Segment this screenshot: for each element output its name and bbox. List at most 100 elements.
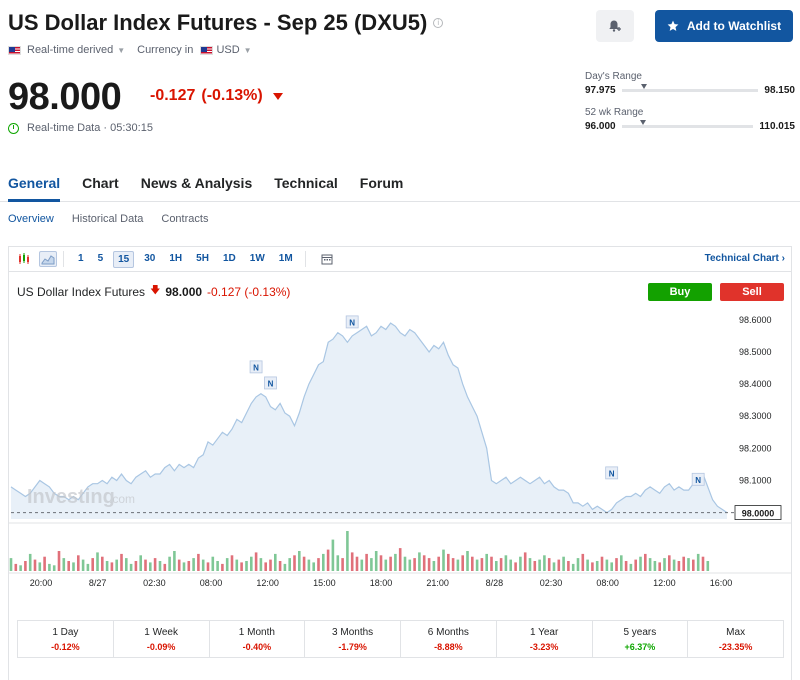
volume-bar: [14, 563, 18, 571]
realtime-derived-dropdown[interactable]: Real-time derived ▼: [8, 44, 125, 56]
performance-period: 6 Months: [427, 627, 469, 638]
tab-forum[interactable]: Forum: [360, 168, 404, 202]
volume-bar: [77, 555, 80, 571]
timeframe-5h[interactable]: 5H: [192, 251, 213, 268]
volume-bar: [663, 558, 666, 571]
volume-bar: [595, 561, 599, 571]
performance-cell[interactable]: 1 Month -0.40%: [210, 621, 306, 657]
day-high: 98.150: [764, 85, 795, 96]
change-percent: (-0.13%): [201, 87, 263, 104]
price-chart[interactable]: Investing.com 98.0000 98.6000 98.5000 98.400…: [9, 305, 791, 657]
subtab-overview[interactable]: Overview: [8, 213, 54, 225]
performance-cell[interactable]: 6 Months -8.88%: [401, 621, 497, 657]
volume-bar: [620, 555, 623, 571]
volume-bar: [221, 563, 224, 571]
candlestick-icon[interactable]: [15, 251, 33, 267]
volume-bar: [182, 562, 186, 571]
buy-button[interactable]: Buy: [648, 283, 712, 301]
volume-bar: [403, 556, 407, 571]
volume-bar: [471, 556, 474, 571]
timeframe-30[interactable]: 30: [140, 251, 159, 268]
volume-bar: [307, 559, 311, 571]
volume-bar: [379, 555, 383, 571]
alert-button[interactable]: [596, 10, 634, 42]
volume-bar: [86, 563, 90, 571]
performance-cell[interactable]: 5 years +6.37%: [593, 621, 689, 657]
volume-bar: [312, 562, 315, 571]
performance-period: 3 Months: [332, 627, 374, 638]
volume-bar: [451, 558, 455, 571]
sell-button[interactable]: Sell: [720, 283, 784, 301]
volume-bar: [615, 558, 618, 571]
performance-cell[interactable]: 1 Year -3.23%: [497, 621, 593, 657]
timeframe-1d[interactable]: 1D: [219, 251, 240, 268]
y-tick-label: 98.3000: [739, 411, 772, 421]
x-tick-label: 18:00: [370, 578, 393, 588]
timeframe-1w[interactable]: 1W: [246, 251, 269, 268]
performance-cell[interactable]: Max -23.35%: [688, 621, 783, 657]
volume-bar: [668, 555, 671, 571]
volume-bar: [57, 551, 61, 571]
performance-cell[interactable]: 3 Months -1.79%: [305, 621, 401, 657]
area-chart-icon[interactable]: [39, 251, 57, 267]
volume-bar: [687, 558, 690, 571]
volume-bar: [264, 562, 267, 571]
add-to-watchlist-button[interactable]: Add to Watchlist: [655, 10, 793, 42]
volume-bar: [677, 561, 681, 571]
volume-bar: [134, 561, 138, 571]
tab-technical[interactable]: Technical: [274, 168, 338, 202]
volume-bar: [605, 559, 609, 571]
last-price: 98.000: [8, 76, 122, 118]
technical-chart-link[interactable]: Technical Chart ›: [705, 253, 785, 264]
timeframe-1h[interactable]: 1H: [165, 251, 186, 268]
volume-bar: [216, 561, 219, 571]
subtab-historical-data[interactable]: Historical Data: [72, 213, 144, 225]
performance-value: +6.37%: [624, 642, 656, 652]
instrument-title: US Dollar Index Futures - Sep 25 (DXU5): [8, 10, 428, 35]
calendar-icon[interactable]: [318, 251, 336, 267]
volume-bar: [125, 558, 128, 571]
performance-cell[interactable]: 1 Week -0.09%: [114, 621, 210, 657]
tab-chart[interactable]: Chart: [82, 168, 119, 202]
volume-bar: [634, 559, 637, 571]
y-tick-label: 98.5000: [739, 347, 772, 357]
volume-bar: [437, 556, 440, 571]
volume-bar: [692, 559, 695, 571]
performance-period: 1 Day: [52, 627, 79, 638]
timeframe-1m[interactable]: 1M: [275, 251, 297, 268]
timeframe-list: 1 5 15 30 1H 5H 1D 1W 1M: [70, 250, 299, 268]
performance-cell[interactable]: 1 Day -0.12%: [18, 621, 114, 657]
tab-news-analysis[interactable]: News & Analysis: [141, 168, 253, 202]
price-change: -0.127 (-0.13%): [150, 87, 283, 105]
tab-general[interactable]: General: [8, 168, 61, 202]
volume-bar: [120, 553, 123, 571]
volume-bar: [562, 556, 565, 571]
volume-bar: [192, 558, 195, 571]
x-tick-label: 8/27: [89, 578, 107, 588]
chart-panel: 1 5 15 30 1H 5H 1D 1W 1M Technical Chart › US Do…: [8, 246, 792, 680]
timeframe-15[interactable]: 15: [113, 250, 135, 268]
volume-bar: [331, 539, 335, 571]
y-tick-label: 98.1000: [739, 475, 772, 485]
volume-bar: [288, 558, 291, 571]
timeframe-1[interactable]: 1: [74, 251, 88, 268]
volume-bar: [197, 553, 200, 571]
x-tick-label: 12:00: [653, 578, 676, 588]
subtab-contracts[interactable]: Contracts: [161, 213, 208, 225]
volume-bar: [355, 556, 359, 571]
volume-bar: [495, 561, 498, 571]
performance-value: -0.12%: [51, 642, 80, 652]
volume-bar: [557, 559, 561, 571]
star-icon: [667, 20, 679, 31]
y-tick-label: 98.2000: [739, 443, 772, 453]
currency-dropdown[interactable]: Currency in USD ▼: [137, 44, 251, 56]
timeframe-5[interactable]: 5: [94, 251, 108, 268]
volume-bar: [523, 552, 527, 571]
volume-bar: [9, 558, 13, 571]
performance-table: 1 Day -0.12% 1 Week -0.09% 1 Month -0.40% 3 Mo…: [17, 620, 784, 658]
performance-value: -0.09%: [146, 642, 176, 652]
volume-bar: [418, 552, 421, 571]
info-icon[interactable]: i: [433, 18, 444, 28]
volume-bar: [581, 553, 585, 571]
price-area-fill: [11, 323, 727, 519]
